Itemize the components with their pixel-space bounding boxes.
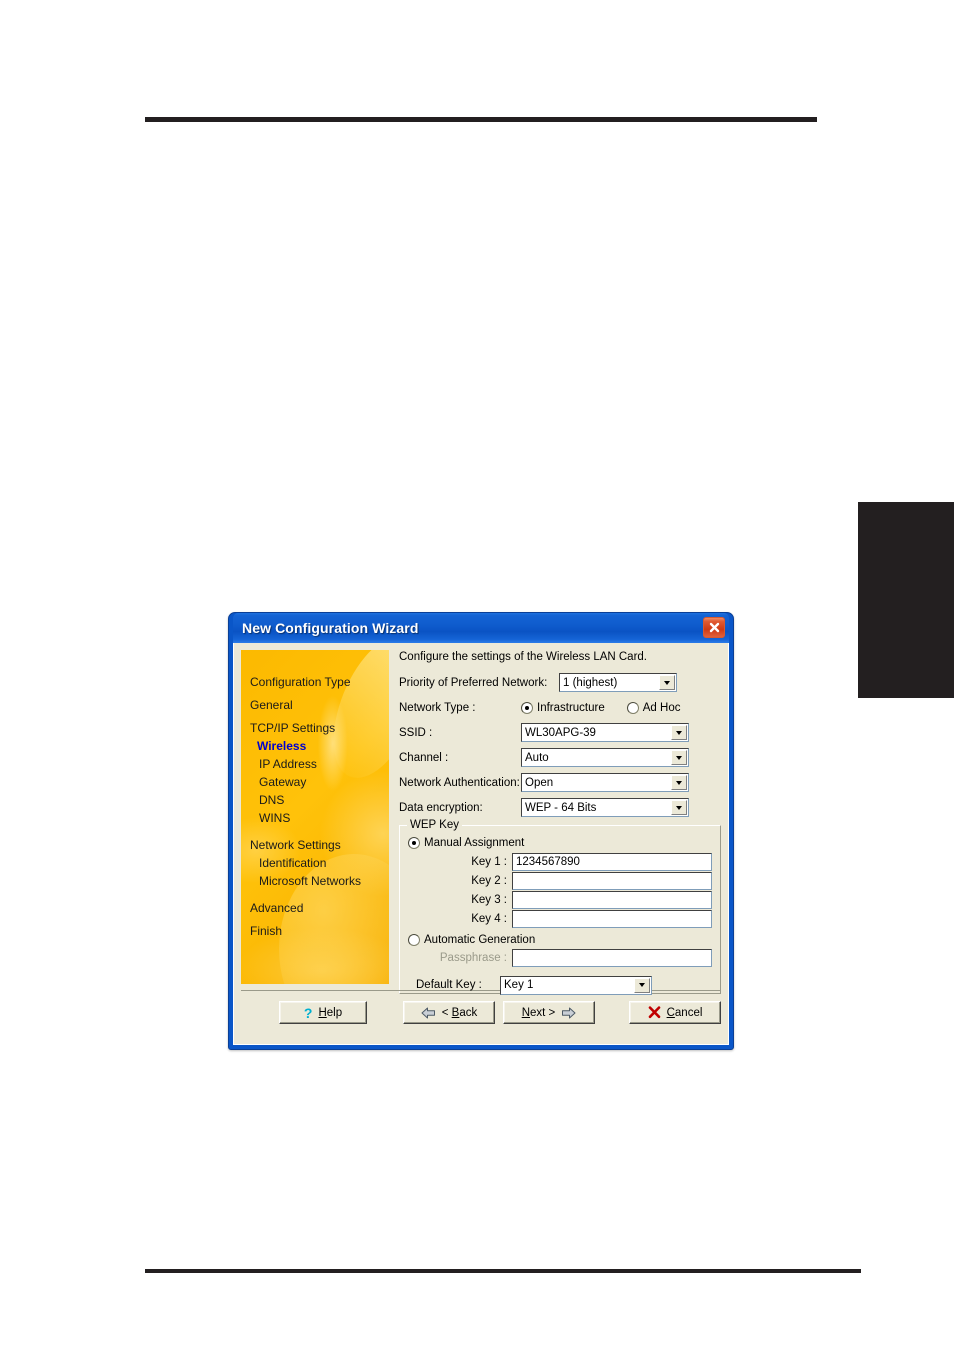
wep-key-groupbox: WEP Key Manual Assignment Key 1 : 123456… <box>399 819 721 995</box>
channel-select[interactable]: Auto <box>521 748 689 767</box>
dialog-titlebar: New Configuration Wizard <box>233 613 729 643</box>
default-key-value: Key 1 <box>504 979 534 991</box>
channel-value: Auto <box>525 751 549 764</box>
radio-automatic-generation-label[interactable]: Automatic Generation <box>424 934 535 946</box>
chevron-down-icon[interactable] <box>634 977 650 993</box>
chevron-down-icon[interactable] <box>659 675 675 690</box>
key1-label: Key 1 : <box>471 856 507 868</box>
passphrase-input[interactable] <box>512 949 712 967</box>
red-x-icon <box>648 1006 660 1019</box>
passphrase-row: Passphrase : <box>408 949 712 967</box>
network-authentication-select[interactable]: Open <box>521 773 689 792</box>
ssid-select[interactable]: WL30APG-39 <box>521 723 689 742</box>
chevron-down-icon[interactable] <box>671 775 687 790</box>
key3-row: Key 3 : <box>408 891 712 909</box>
sidebar-item-dns[interactable]: DNS <box>250 794 389 806</box>
sidebar-item-microsoft-networks[interactable]: Microsoft Networks <box>250 875 389 887</box>
key1-input[interactable]: 1234567890 <box>512 853 712 871</box>
default-key-label: Default Key : <box>416 979 482 991</box>
wep-key-group-title: WEP Key <box>407 819 462 831</box>
next-button[interactable]: Next > <box>503 1001 595 1024</box>
sidebar-item-finish[interactable]: Finish <box>250 925 389 937</box>
sidebar-item-tcpip-settings[interactable]: TCP/IP Settings <box>250 722 389 734</box>
sidebar-item-advanced[interactable]: Advanced <box>250 902 389 914</box>
channel-row: Channel : Auto <box>399 747 721 768</box>
key3-label: Key 3 : <box>471 894 507 906</box>
radio-manual-assignment[interactable] <box>408 837 420 849</box>
radio-infrastructure-label[interactable]: Infrastructure <box>537 702 605 714</box>
passphrase-label: Passphrase : <box>439 952 507 964</box>
sidebar-item-general[interactable]: General <box>250 699 389 711</box>
priority-label: Priority of Preferred Network: <box>399 676 548 689</box>
radio-ad-hoc-label[interactable]: Ad Hoc <box>643 702 681 714</box>
next-button-label: Next > <box>521 1006 556 1019</box>
priority-row: Priority of Preferred Network: 1 (highes… <box>399 672 721 693</box>
sidebar-item-wins[interactable]: WINS <box>250 812 389 824</box>
radio-ad-hoc[interactable] <box>626 701 639 714</box>
key4-label: Key 4 : <box>471 913 507 925</box>
data-encryption-label: Data encryption: <box>399 801 483 814</box>
data-encryption-select[interactable]: WEP - 64 Bits <box>521 798 689 817</box>
sidebar-item-wireless[interactable]: Wireless <box>250 740 389 752</box>
priority-select[interactable]: 1 (highest) <box>559 673 677 692</box>
arrow-left-icon <box>421 1007 435 1018</box>
sidebar-item-ip-address[interactable]: IP Address <box>250 758 389 770</box>
wireless-settings-form: Configure the settings of the Wireless L… <box>399 650 721 995</box>
radio-infrastructure[interactable] <box>521 701 533 714</box>
manual-assignment-row: Manual Assignment <box>408 837 712 849</box>
data-encryption-row: Data encryption: WEP - 64 Bits <box>399 797 721 818</box>
radio-automatic-generation[interactable] <box>408 934 420 946</box>
key2-label: Key 2 : <box>471 875 507 887</box>
key3-input[interactable] <box>512 891 712 909</box>
page-rule-bottom <box>145 1269 861 1273</box>
network-authentication-label: Network Authentication: <box>399 776 520 789</box>
sidebar-item-network-settings[interactable]: Network Settings <box>250 839 389 851</box>
help-button-label: Help <box>318 1006 343 1019</box>
wizard-steps-sidebar: Configuration Type General TCP/IP Settin… <box>241 650 389 984</box>
network-authentication-row: Network Authentication: Open <box>399 772 721 793</box>
dialog-body: Configuration Type General TCP/IP Settin… <box>233 643 729 1045</box>
data-encryption-value: WEP - 64 Bits <box>525 801 597 814</box>
cancel-button-label: Cancel <box>666 1006 703 1019</box>
intro-text: Configure the settings of the Wireless L… <box>399 651 648 663</box>
chevron-down-icon[interactable] <box>671 750 687 765</box>
ssid-label: SSID : <box>399 726 433 739</box>
arrow-right-icon <box>562 1007 576 1018</box>
default-key-select[interactable]: Key 1 <box>500 975 652 995</box>
back-button-label: < Back <box>441 1006 478 1019</box>
chevron-down-icon[interactable] <box>671 800 687 815</box>
key2-row: Key 2 : <box>408 872 712 890</box>
key2-input[interactable] <box>512 872 712 890</box>
sidebar-item-gateway[interactable]: Gateway <box>250 776 389 788</box>
chapter-thumb-tab <box>858 502 954 698</box>
ssid-row: SSID : WL30APG-39 <box>399 722 721 743</box>
default-key-row: Default Key : Key 1 <box>408 975 712 995</box>
network-type-label: Network Type : <box>399 701 476 714</box>
dialog-footer: ? Help < Back Next > Cancel <box>241 990 721 1036</box>
cancel-button[interactable]: Cancel <box>629 1001 721 1024</box>
ssid-value: WL30APG-39 <box>525 726 596 739</box>
sidebar-item-identification[interactable]: Identification <box>250 857 389 869</box>
key4-row: Key 4 : <box>408 910 712 928</box>
network-authentication-value: Open <box>525 776 554 789</box>
question-mark-icon: ? <box>303 1004 313 1021</box>
key1-row: Key 1 : 1234567890 <box>408 853 712 871</box>
new-configuration-wizard-dialog: New Configuration Wizard Configuration T… <box>228 612 734 1050</box>
help-button[interactable]: ? Help <box>279 1001 367 1024</box>
sidebar-item-configuration-type[interactable]: Configuration Type <box>250 676 389 688</box>
radio-manual-assignment-label[interactable]: Manual Assignment <box>424 837 524 849</box>
page-rule-top <box>145 117 817 122</box>
network-type-row: Network Type : Infrastructure Ad Hoc <box>399 697 721 718</box>
back-button[interactable]: < Back <box>403 1001 495 1024</box>
priority-value: 1 (highest) <box>563 676 618 689</box>
channel-label: Channel : <box>399 751 449 764</box>
chevron-down-icon[interactable] <box>671 725 687 740</box>
automatic-generation-row: Automatic Generation <box>408 934 712 946</box>
dialog-title: New Configuration Wizard <box>242 620 419 636</box>
close-icon[interactable] <box>703 617 725 638</box>
key4-input[interactable] <box>512 910 712 928</box>
